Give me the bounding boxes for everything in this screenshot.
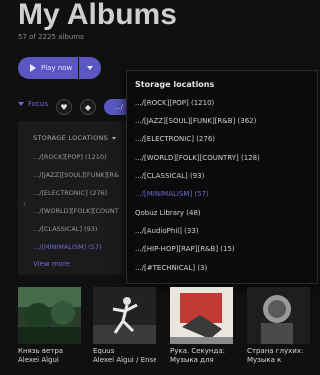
- dropdown-item[interactable]: .../[HIP-HOP][RAP][R&B] (15): [135, 245, 235, 253]
- album-title: Equus: [93, 347, 115, 355]
- tag-icon: ◆: [84, 102, 92, 112]
- album-cover[interactable]: [247, 287, 310, 344]
- filter-item[interactable]: .../[CLASSICAL] (93): [33, 225, 97, 233]
- dropdown-item[interactable]: .../[WORLD][FOLK][COUNTRY] (128): [135, 154, 260, 162]
- chevron-down-icon: [18, 102, 24, 106]
- album-cover[interactable]: [18, 287, 81, 344]
- tag-filter-button[interactable]: ◆: [80, 99, 96, 115]
- album-card[interactable]: Князь ветра Alexei Aïgui: [18, 287, 81, 364]
- album-card[interactable]: Equus Alexei Aïgui / Ensem: [93, 287, 156, 364]
- album-cover[interactable]: [93, 287, 156, 344]
- filter-item-selected[interactable]: .../[MINIMALISM] (57): [33, 243, 102, 251]
- filter-item[interactable]: .../[ROCK][POP] (1210): [33, 153, 107, 161]
- filter-item[interactable]: .../[ELECTRONIC] (276): [33, 189, 107, 197]
- heart-icon: ♥: [60, 102, 68, 112]
- album-title: Князь ветра: [18, 347, 64, 355]
- album-card[interactable]: Страна глухих: Музыка к: [247, 287, 310, 364]
- dropdown-item[interactable]: .../[JAZZ][SOUL][FUNK][R&B] (362): [135, 117, 256, 125]
- album-title: Страна глухих:: [247, 347, 304, 355]
- play-now-label: Play now: [41, 64, 73, 72]
- dropdown-item-selected[interactable]: .../[MINIMALISM] (57): [135, 190, 209, 198]
- storage-locations-dropdown: Storage locations .../[ROCK][POP] (1210)…: [126, 70, 318, 284]
- album-grid: Князь ветра Alexei Aïgui Equus Alexei Aï…: [18, 287, 318, 375]
- filter-item[interactable]: .../[WORLD][FOLK][COUNT: [33, 207, 119, 215]
- album-artist: Музыка для: [170, 355, 214, 364]
- play-options-button[interactable]: [79, 57, 101, 79]
- play-icon: [30, 64, 36, 72]
- storage-locations-panel: STORAGE LOCATIONS .../[ROCK][POP] (1210)…: [18, 121, 128, 275]
- album-artist: Alexei Aïgui: [18, 355, 59, 364]
- album-cover[interactable]: [170, 287, 233, 344]
- focus-label: Focus: [28, 100, 48, 108]
- dropdown-item[interactable]: .../[ROCK][POP] (1210): [135, 99, 214, 107]
- storage-locations-header[interactable]: STORAGE LOCATIONS: [33, 134, 117, 142]
- favorite-filter-button[interactable]: ♥: [56, 99, 72, 115]
- view-more-link[interactable]: View more: [33, 260, 70, 268]
- play-now-button[interactable]: Play now: [18, 57, 78, 79]
- dropdown-item[interactable]: Qobuz Library (48): [135, 209, 201, 217]
- album-count: 57 of 2225 albums: [18, 33, 84, 41]
- chevron-left-icon[interactable]: ‹: [23, 199, 26, 208]
- dropdown-item[interactable]: .../[CLASSICAL] (93): [135, 172, 204, 180]
- album-title: Рука. Секунда:: [170, 347, 225, 355]
- album-artist: Alexei Aïgui / Ensem: [93, 355, 156, 364]
- chevron-down-icon: [112, 136, 117, 140]
- album-artist: Музыка к: [247, 355, 282, 364]
- dropdown-item[interactable]: .../[AudioPhil] (33): [135, 227, 199, 235]
- page-title: My Albums: [18, 0, 177, 31]
- dropdown-title: Storage locations: [135, 80, 215, 89]
- focus-toggle[interactable]: Focus: [18, 100, 48, 108]
- filter-item[interactable]: .../[JAZZ][SOUL][FUNK][R&: [33, 171, 119, 179]
- album-card[interactable]: Рука. Секунда: Музыка для: [170, 287, 233, 364]
- dropdown-item[interactable]: .../[#TECHNICAL] (3): [135, 264, 207, 272]
- chevron-down-icon: [87, 66, 93, 70]
- dropdown-item[interactable]: .../[ELECTRONIC] (276): [135, 135, 215, 143]
